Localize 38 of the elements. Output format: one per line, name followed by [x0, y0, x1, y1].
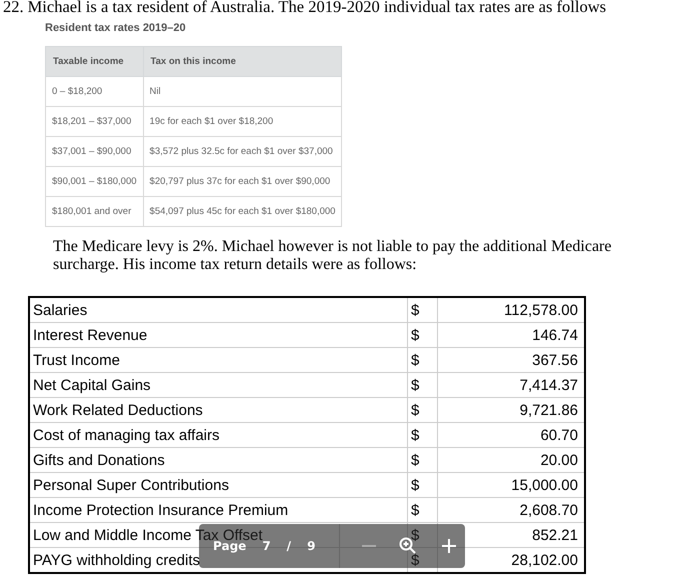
table-cell: $	[408, 297, 438, 322]
table-caption: Resident tax rates 2019–20	[45, 22, 187, 34]
table-cell: $	[408, 372, 438, 398]
table-cell: $18,201 – $37,000	[46, 106, 144, 136]
table-cell: $20,797 plus 37c for each $1 over $90,000	[143, 166, 342, 196]
table-cell: $	[408, 522, 438, 548]
table-cell: Cost of managing tax affairs	[29, 422, 408, 448]
question-text: Michael is a tax resident of Australia. The 2019-2020 individual tax rates are as follows	[28, 0, 606, 16]
table-cell: Trust Income	[29, 348, 408, 372]
table-cell: 0 – $18,200	[46, 76, 144, 106]
column-header: Taxable income	[46, 46, 144, 76]
paragraph: The Medicare levy is 2%. Michael however is not liable to pay the additional Medicare surcharge. His income tax return details were as follows:	[53, 238, 612, 274]
question-number: 22.	[3, 0, 24, 16]
table-cell: $	[408, 348, 438, 372]
table-cell: Salaries	[29, 297, 408, 322]
table-cell: Gifts and Donations	[29, 448, 408, 472]
table-cell: $	[408, 498, 438, 522]
table-cell: Nil	[143, 76, 342, 106]
table-cell: Income Protection Insurance Premium	[29, 498, 408, 522]
table-cell: $	[408, 398, 438, 422]
table-cell: Interest Revenue	[29, 322, 408, 348]
table-cell: $3,572 plus 32.5c for each $1 over $37,000	[143, 136, 342, 166]
table-cell: $	[408, 322, 438, 348]
table-cell: 19c for each $1 over $18,200	[143, 106, 342, 136]
plus-icon	[440, 537, 458, 555]
table-cell: $	[408, 422, 438, 448]
column-header: Tax on this income	[143, 46, 342, 76]
table-cell: $	[408, 472, 438, 498]
table-cell: $37,001 – $90,000	[46, 136, 144, 166]
zoom-in-button[interactable]	[440, 537, 458, 555]
table-cell: $90,001 – $180,000	[46, 166, 144, 196]
table-cell: $	[408, 448, 438, 472]
minus-icon	[362, 545, 376, 547]
table-cell: Personal Super Contributions	[29, 472, 408, 498]
table-cell: Net Capital Gains	[29, 372, 408, 398]
table-cell: $180,001 and over	[46, 196, 144, 226]
table-cell: $54,097 plus 45c for each $1 over $180,000	[143, 196, 342, 226]
table-cell: Work Related Deductions	[29, 398, 408, 422]
